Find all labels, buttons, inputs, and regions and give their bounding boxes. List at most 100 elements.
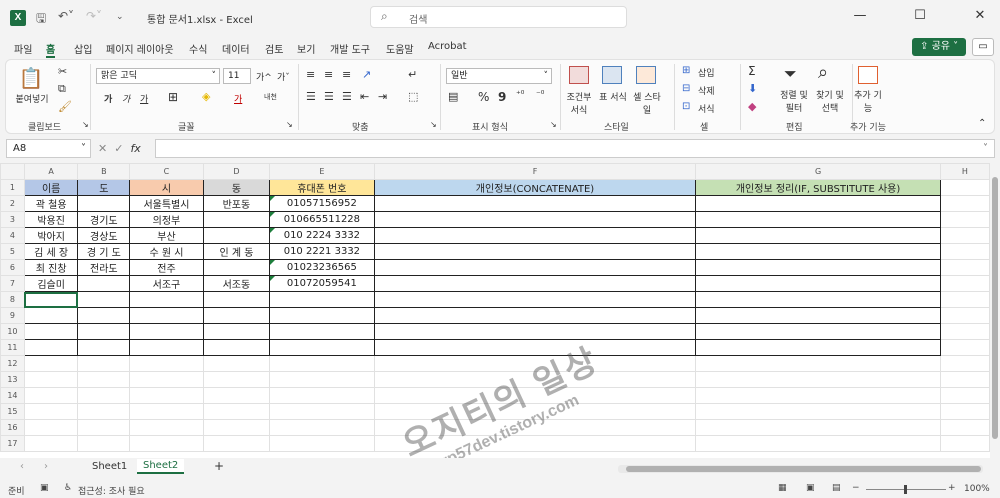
cell[interactable]: [23, 307, 79, 324]
cell[interactable]: [373, 243, 697, 260]
cell[interactable]: [939, 211, 990, 228]
tab-file[interactable]: 파일: [14, 41, 32, 56]
cell[interactable]: [695, 307, 941, 324]
increase-decimal-icon[interactable]: ⁺⁰: [516, 90, 524, 100]
decrease-decimal-icon[interactable]: ⁻⁰: [536, 90, 544, 100]
zoom-slider-handle[interactable]: [904, 485, 907, 494]
cell[interactable]: [129, 403, 204, 420]
cell[interactable]: 곽 철용: [23, 195, 79, 212]
tab-home[interactable]: 홈: [46, 41, 56, 58]
cell[interactable]: [77, 323, 131, 340]
cell[interactable]: [373, 275, 697, 292]
share-button[interactable]: ⇪ 공유 ˅: [912, 38, 966, 56]
copy-icon[interactable]: ⧉: [58, 82, 66, 96]
cell[interactable]: [269, 387, 375, 404]
cell[interactable]: [373, 339, 697, 356]
cell[interactable]: [129, 291, 204, 308]
number-launcher-icon[interactable]: ↘: [550, 120, 557, 129]
align-center-icon[interactable]: ☰: [324, 90, 334, 103]
cell[interactable]: 경기도: [77, 211, 131, 228]
search-box[interactable]: ⌕ 검색: [370, 6, 627, 28]
cell[interactable]: [269, 291, 375, 308]
header-cell[interactable]: 시: [129, 179, 204, 196]
row-header[interactable]: 9: [0, 307, 25, 324]
vertical-scrollbar[interactable]: [990, 163, 1000, 458]
alignment-launcher-icon[interactable]: ↘: [430, 120, 437, 129]
collapse-ribbon-icon[interactable]: ⌃: [978, 118, 986, 129]
comma-button[interactable]: 9: [498, 90, 506, 104]
accessibility-status[interactable]: 접근성: 조사 필요: [78, 484, 145, 497]
cell[interactable]: [129, 339, 204, 356]
cell[interactable]: [939, 387, 990, 404]
cell[interactable]: [202, 323, 271, 340]
row-header[interactable]: 2: [0, 195, 25, 212]
customize-qat-icon[interactable]: ⌄: [116, 12, 124, 22]
cell[interactable]: [695, 227, 941, 244]
row-header[interactable]: 4: [0, 227, 25, 244]
header-cell[interactable]: 동: [202, 179, 271, 196]
cell[interactable]: [939, 435, 990, 452]
align-top-icon[interactable]: ≡: [306, 68, 315, 81]
conditional-format-button[interactable]: 조건부 서식: [562, 90, 596, 116]
select-all-button[interactable]: [0, 163, 25, 180]
column-header[interactable]: E: [269, 163, 375, 180]
cell[interactable]: [695, 339, 941, 356]
cell[interactable]: 김 세 장: [23, 243, 79, 260]
cell[interactable]: [269, 419, 375, 436]
zoom-out-icon[interactable]: −: [852, 483, 860, 493]
cell[interactable]: [129, 323, 204, 340]
cell[interactable]: [23, 419, 79, 436]
header-cell[interactable]: 도: [77, 179, 131, 196]
font-size-combo[interactable]: 11: [223, 68, 251, 84]
comments-icon[interactable]: ▭: [972, 38, 994, 56]
header-cell[interactable]: 휴대폰 번호: [269, 179, 375, 196]
cell[interactable]: 박아지: [23, 227, 79, 244]
cell[interactable]: [939, 259, 990, 276]
row-header[interactable]: 16: [0, 419, 25, 436]
cell[interactable]: 경 기 도: [77, 243, 131, 260]
cell[interactable]: [202, 307, 271, 324]
cell[interactable]: [695, 419, 941, 436]
name-box[interactable]: A8 ˅: [6, 139, 91, 158]
accessibility-icon[interactable]: ♿: [64, 483, 72, 493]
cell[interactable]: [269, 403, 375, 420]
row-header[interactable]: 6: [0, 259, 25, 276]
align-middle-icon[interactable]: ≡: [324, 68, 333, 81]
column-header[interactable]: A: [23, 163, 79, 180]
cell[interactable]: 의정부: [129, 211, 204, 228]
cell[interactable]: 박용진: [23, 211, 79, 228]
cell[interactable]: [202, 403, 271, 420]
add-ins-button[interactable]: 추가 기능: [854, 88, 882, 114]
cell[interactable]: [202, 259, 271, 276]
cell[interactable]: 김슬미: [23, 275, 79, 292]
close-button[interactable]: ✕: [965, 8, 995, 23]
merge-center-icon[interactable]: ⬚: [408, 90, 418, 103]
cell[interactable]: [373, 259, 697, 276]
cell[interactable]: [77, 403, 131, 420]
row-header[interactable]: 13: [0, 371, 25, 388]
cell[interactable]: 010665511228: [269, 211, 375, 228]
clear-icon[interactable]: ◆: [748, 100, 756, 113]
cell[interactable]: [77, 339, 131, 356]
format-table-button[interactable]: 표 서식: [598, 90, 628, 103]
cell[interactable]: 전라도: [77, 259, 131, 276]
cell[interactable]: [23, 355, 79, 372]
row-header[interactable]: 11: [0, 339, 25, 356]
cell-styles-button[interactable]: 셀 스타일: [630, 90, 664, 116]
cell[interactable]: [939, 371, 990, 388]
cell[interactable]: 010 2224 3332: [269, 227, 375, 244]
cell[interactable]: [129, 387, 204, 404]
delete-cells-button[interactable]: 삭제: [698, 84, 715, 97]
grow-font-button[interactable]: 가^: [256, 70, 272, 83]
cell[interactable]: [373, 323, 697, 340]
redo-icon[interactable]: ↷˅: [86, 9, 102, 23]
tab-data[interactable]: 데이터: [222, 41, 250, 56]
font-color-button[interactable]: 가: [234, 92, 242, 105]
cell[interactable]: 01072059541: [269, 275, 375, 292]
cell[interactable]: 서울특별시: [129, 195, 204, 212]
cell-table[interactable]: A B C D E F G H 1 이름 도 시 동 휴대폰 번호 개인정보(CONCATE…: [0, 163, 990, 452]
format-cells-icon[interactable]: ⊡: [682, 101, 690, 112]
cell[interactable]: 010 2221 3332: [269, 243, 375, 260]
header-cell[interactable]: 개인정보 정리(IF, SUBSTITUTE 사용): [695, 179, 941, 196]
cell[interactable]: 01057156952: [269, 195, 375, 212]
